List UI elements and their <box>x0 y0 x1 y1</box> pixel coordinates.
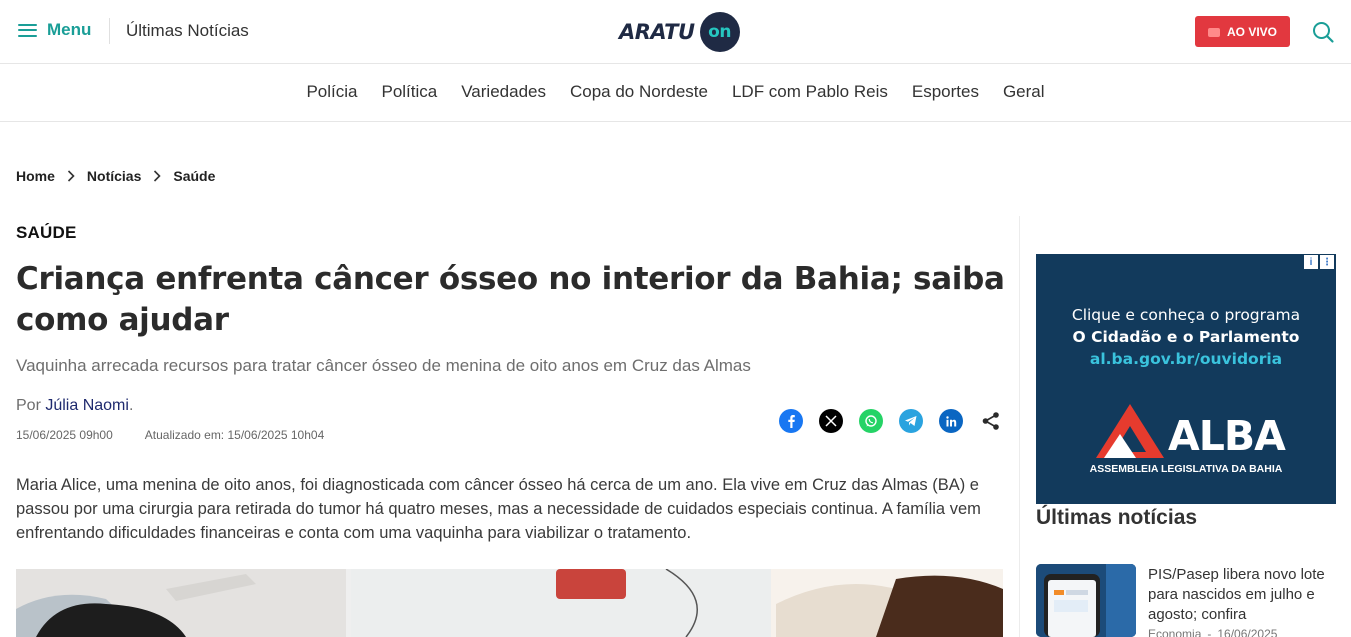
advertisement-banner[interactable]: i ⋮ Clique e conheça o programa O Cidadã… <box>1036 254 1336 504</box>
logo-circle: on <box>699 12 740 52</box>
sidebar-divider <box>1019 216 1020 637</box>
nav-item[interactable]: LDF com Pablo Reis <box>732 82 888 102</box>
news-thumbnail[interactable] <box>1036 564 1136 637</box>
ad-menu-icon[interactable]: ⋮ <box>1320 255 1334 269</box>
alba-logo-icon <box>1096 404 1164 458</box>
article-dates: 15/06/2025 09h00 Atualizado em: 15/06/20… <box>16 428 324 442</box>
byline-prefix: Por <box>16 397 46 414</box>
logo-circle-text: on <box>708 22 731 42</box>
share-icon[interactable] <box>979 409 1003 433</box>
ad-info-icon[interactable]: i <box>1304 255 1318 269</box>
x-icon[interactable] <box>819 409 843 433</box>
news-item-separator: - <box>1207 627 1212 637</box>
news-item-meta: Economia - 16/06/2025 <box>1148 627 1277 637</box>
menu-button[interactable]: Menu <box>18 20 91 40</box>
site-header: Menu Últimas Notícias ARATU on AO VIVO <box>0 0 1351 64</box>
author-link[interactable]: Júlia Naomi <box>45 397 129 414</box>
article-title: Criança enfrenta câncer ósseo no interio… <box>16 261 1005 338</box>
news-item-title[interactable]: PIS/Pasep libera novo lote para nascidos… <box>1148 565 1338 625</box>
breadcrumb-saude[interactable]: Saúde <box>173 168 215 184</box>
hamburger-icon <box>18 23 37 38</box>
whatsapp-icon[interactable] <box>859 409 883 433</box>
linkedin-icon[interactable] <box>939 409 963 433</box>
sidebar-title: Últimas notícias <box>1036 506 1198 529</box>
nav-item[interactable]: Copa do Nordeste <box>570 82 708 102</box>
logo-text: ARATU <box>619 20 695 44</box>
section-tag[interactable]: SAÚDE <box>16 223 77 243</box>
published-date: 15/06/2025 09h00 <box>16 428 113 442</box>
ad-line-2: O Cidadão e o Parlamento <box>1072 328 1300 346</box>
article-photo <box>16 569 1003 637</box>
byline-suffix: . <box>128 397 134 414</box>
chevron-right-icon <box>67 170 75 182</box>
site-logo[interactable]: ARATU on <box>619 11 740 53</box>
menu-label: Menu <box>47 20 92 39</box>
latest-news-link[interactable]: Últimas Notícias <box>126 21 249 41</box>
nav-item[interactable]: Polícia <box>306 82 357 102</box>
breadcrumb-noticias[interactable]: Notícias <box>87 168 141 184</box>
updated-date: Atualizado em: 15/06/2025 10h04 <box>144 428 325 442</box>
header-divider <box>109 18 110 44</box>
facebook-icon[interactable] <box>779 409 803 433</box>
news-item-date: 16/06/2025 <box>1217 627 1278 637</box>
breadcrumb-home[interactable]: Home <box>16 168 55 184</box>
ad-choices[interactable]: i ⋮ <box>1304 255 1334 269</box>
article-subtitle: Vaquinha arrecada recursos para tratar c… <box>16 356 751 375</box>
category-nav: Polícia Política Variedades Copa do Nordest… <box>0 65 1351 122</box>
news-item-category[interactable]: Economia <box>1148 627 1201 637</box>
article-body: Maria Alice, uma menina de oito anos, fo… <box>16 476 981 542</box>
nav-item[interactable]: Variedades <box>461 82 546 102</box>
live-button[interactable]: AO VIVO <box>1195 16 1290 47</box>
article-image <box>16 569 1003 637</box>
nav-item[interactable]: Geral <box>1003 82 1045 102</box>
ad-line-1: Clique e conheça o programa <box>1071 306 1301 324</box>
search-icon[interactable] <box>1311 20 1335 44</box>
nav-item[interactable]: Esportes <box>912 82 979 102</box>
ad-brand: ALBA <box>1168 412 1286 460</box>
ad-caption: ASSEMBLEIA LEGISLATIVA DA BAHIA <box>1089 463 1283 475</box>
ad-line-3: al.ba.gov.br/ouvidoria <box>1089 350 1283 368</box>
live-label: AO VIVO <box>1226 24 1277 39</box>
share-bar <box>779 409 1003 433</box>
live-tv-icon <box>1207 26 1220 38</box>
chevron-right-icon <box>154 170 162 182</box>
telegram-icon[interactable] <box>899 409 923 433</box>
byline: Por Júlia Naomi. <box>16 397 133 415</box>
nav-item[interactable]: Política <box>381 82 437 102</box>
breadcrumb: Home Notícias Saúde <box>16 168 215 184</box>
